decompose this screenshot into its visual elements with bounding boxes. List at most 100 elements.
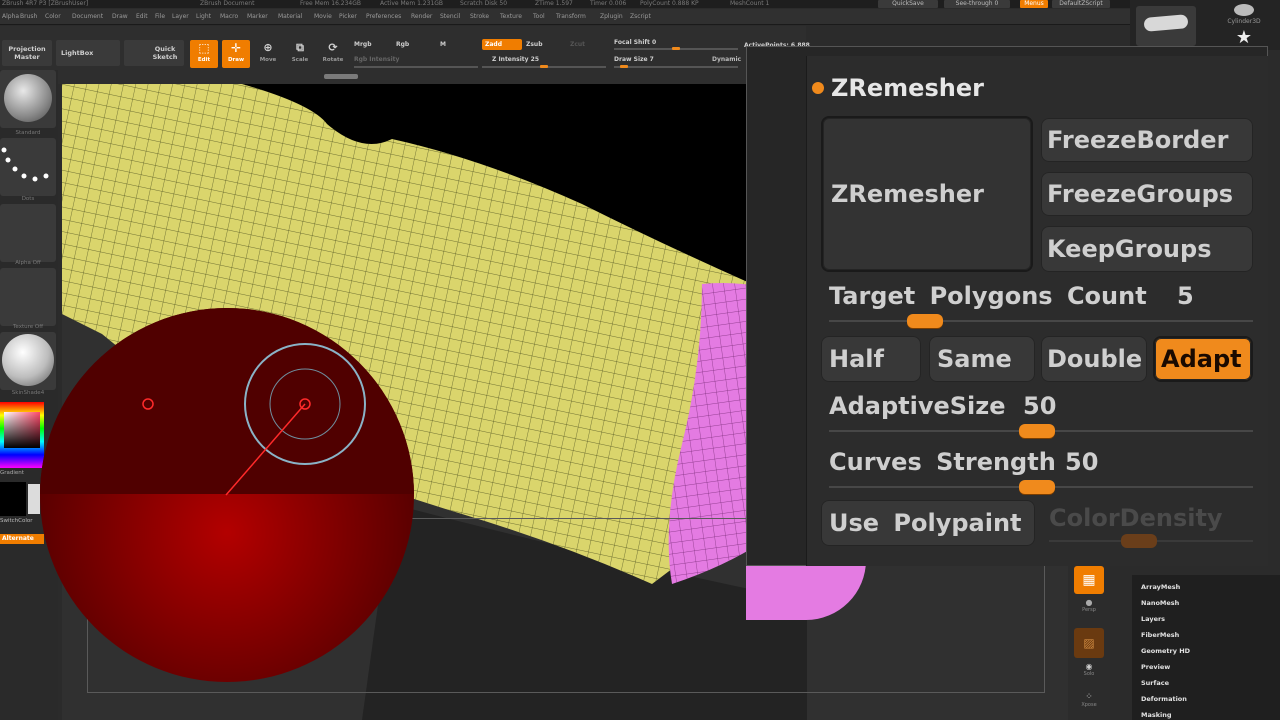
masking-item[interactable]: Masking: [1141, 711, 1172, 719]
arraymesh-item[interactable]: ArrayMesh: [1141, 583, 1180, 591]
title-freemem: Free Mem 16.234GB: [300, 0, 362, 7]
rotate-button[interactable]: ⟳ Rotate: [320, 40, 346, 68]
menu-zscript[interactable]: Zscript: [630, 13, 651, 20]
zremesher-panel: ZRemesher ZRemesher FreezeBorder FreezeG…: [806, 56, 1268, 566]
preview-item[interactable]: Preview: [1141, 663, 1170, 671]
color-density-knob[interactable]: [1121, 534, 1157, 548]
z-intensity-knob[interactable]: [540, 65, 548, 68]
menu-alpha[interactable]: Alpha: [2, 13, 19, 20]
stroke-dots-tile[interactable]: [0, 138, 56, 196]
zscript-button[interactable]: DefaultZScript: [1052, 0, 1110, 8]
menu-file[interactable]: File: [155, 13, 165, 20]
menu-picker[interactable]: Picker: [339, 13, 357, 20]
frame-button[interactable]: ▦: [1074, 566, 1104, 594]
rgb-intensity-slider[interactable]: [354, 66, 478, 68]
menu-document[interactable]: Document: [72, 13, 103, 20]
curves-strength-knob[interactable]: [1019, 480, 1055, 494]
zadd-button[interactable]: Zadd: [482, 39, 522, 50]
alternate-button[interactable]: Alternate: [0, 534, 44, 544]
target-polygons-knob[interactable]: [907, 314, 943, 328]
menu-marker[interactable]: Marker: [247, 13, 268, 20]
menu-stroke[interactable]: Stroke: [470, 13, 489, 20]
same-button[interactable]: Same: [929, 336, 1035, 382]
layers-item[interactable]: Layers: [1141, 615, 1165, 623]
draw-size-slider[interactable]: [614, 66, 738, 68]
deformation-item[interactable]: Deformation: [1141, 695, 1187, 703]
freeze-groups-button[interactable]: FreezeGroups: [1041, 172, 1253, 216]
cylinder3d-icon: [1234, 4, 1254, 16]
draw-button[interactable]: ✛ Draw: [222, 40, 250, 68]
freeze-border-button[interactable]: FreezeBorder: [1041, 118, 1253, 162]
polyf-icon: ▨: [1083, 636, 1095, 650]
m-button[interactable]: M: [440, 41, 446, 48]
tool-thumbnail[interactable]: [1136, 6, 1196, 46]
scale-icon: ⧉: [296, 41, 304, 54]
menu-light[interactable]: Light: [196, 13, 211, 20]
main-color-swatch[interactable]: [0, 482, 26, 516]
standard-brush-icon: [4, 74, 52, 122]
zcut-button[interactable]: Zcut: [570, 41, 585, 48]
target-polygons-track: [829, 320, 1253, 322]
lightbox-button[interactable]: LightBox: [56, 40, 120, 66]
menu-preferences[interactable]: Preferences: [366, 13, 401, 20]
menu-brush[interactable]: Brush: [20, 13, 37, 20]
menu-texture[interactable]: Texture: [500, 13, 522, 20]
menu-material[interactable]: Material: [278, 13, 302, 20]
menu-tool[interactable]: Tool: [533, 13, 545, 20]
adaptive-size-knob[interactable]: [1019, 424, 1055, 438]
adapt-button[interactable]: Adapt: [1153, 336, 1253, 382]
draw-size-label: Draw Size 7: [614, 56, 654, 63]
focal-shift-knob[interactable]: [672, 47, 680, 50]
menu-zplugin[interactable]: Zplugin: [600, 13, 623, 20]
persp-button[interactable]: ● Persp: [1074, 598, 1104, 622]
rgb-button[interactable]: Rgb: [396, 41, 409, 48]
title-polycount: PolyCount 0.888 KP: [640, 0, 699, 7]
half-button[interactable]: Half: [821, 336, 921, 382]
secondary-color-swatch[interactable]: [28, 484, 40, 514]
color-picker[interactable]: [0, 402, 44, 468]
zsub-button[interactable]: Zsub: [526, 41, 543, 48]
menu-render[interactable]: Render: [411, 13, 432, 20]
fibermesh-item[interactable]: FiberMesh: [1141, 631, 1179, 639]
toolbar-scroll-handle[interactable]: [324, 74, 358, 79]
polyf-button[interactable]: ▨: [1074, 628, 1104, 658]
geometry-hd-item[interactable]: Geometry HD: [1141, 647, 1190, 655]
z-intensity-label: Z Intensity 25: [492, 56, 539, 63]
panel-collapse-icon[interactable]: [812, 82, 824, 94]
light-direction-sphere[interactable]: [40, 308, 414, 682]
edit-button[interactable]: ⬚ Edit: [190, 40, 218, 68]
menu-movie[interactable]: Movie: [314, 13, 332, 20]
edit-icon: ⬚: [198, 41, 210, 55]
dynamic-button[interactable]: Dynamic: [712, 56, 741, 63]
double-button[interactable]: Double: [1041, 336, 1147, 382]
brush-standard-tile[interactable]: [0, 70, 56, 128]
zremesher-button[interactable]: ZRemesher: [821, 116, 1033, 272]
use-polypaint-button[interactable]: Use Polypaint: [821, 500, 1035, 546]
cylinder3d-thumbnail[interactable]: Cylinder3D ★: [1214, 4, 1274, 48]
move-button[interactable]: ⊕ Move: [256, 40, 280, 68]
menu-transform[interactable]: Transform: [556, 13, 586, 20]
mrgb-button[interactable]: Mrgb: [354, 41, 372, 48]
nanomesh-item[interactable]: NanoMesh: [1141, 599, 1179, 607]
xpose-button[interactable]: ⁘ Xpose: [1074, 692, 1104, 718]
draw-size-knob[interactable]: [620, 65, 628, 68]
quicksave-button[interactable]: QuickSave: [878, 0, 938, 8]
scale-button[interactable]: ⧉ Scale: [288, 40, 312, 68]
menu-color[interactable]: Color: [45, 13, 61, 20]
color-square[interactable]: [4, 412, 40, 448]
menu-draw[interactable]: Draw: [112, 13, 128, 20]
menu-layer[interactable]: Layer: [172, 13, 189, 20]
quick-sketch-button[interactable]: Quick Sketch: [124, 40, 184, 66]
edit-label: Edit: [197, 57, 211, 63]
surface-item[interactable]: Surface: [1141, 679, 1169, 687]
alpha-tile[interactable]: [0, 204, 56, 262]
keep-groups-button[interactable]: KeepGroups: [1041, 226, 1253, 272]
projection-master-button[interactable]: Projection Master: [2, 40, 52, 66]
menu-edit[interactable]: Edit: [136, 13, 148, 20]
see-through-slider[interactable]: See-through 0: [944, 0, 1010, 8]
star-icon: ★: [1235, 27, 1253, 48]
solo-button[interactable]: ◉ Solo: [1074, 662, 1104, 686]
menu-stencil[interactable]: Stencil: [440, 13, 460, 20]
menu-macro[interactable]: Macro: [220, 13, 238, 20]
menus-button[interactable]: Menus: [1020, 0, 1048, 8]
